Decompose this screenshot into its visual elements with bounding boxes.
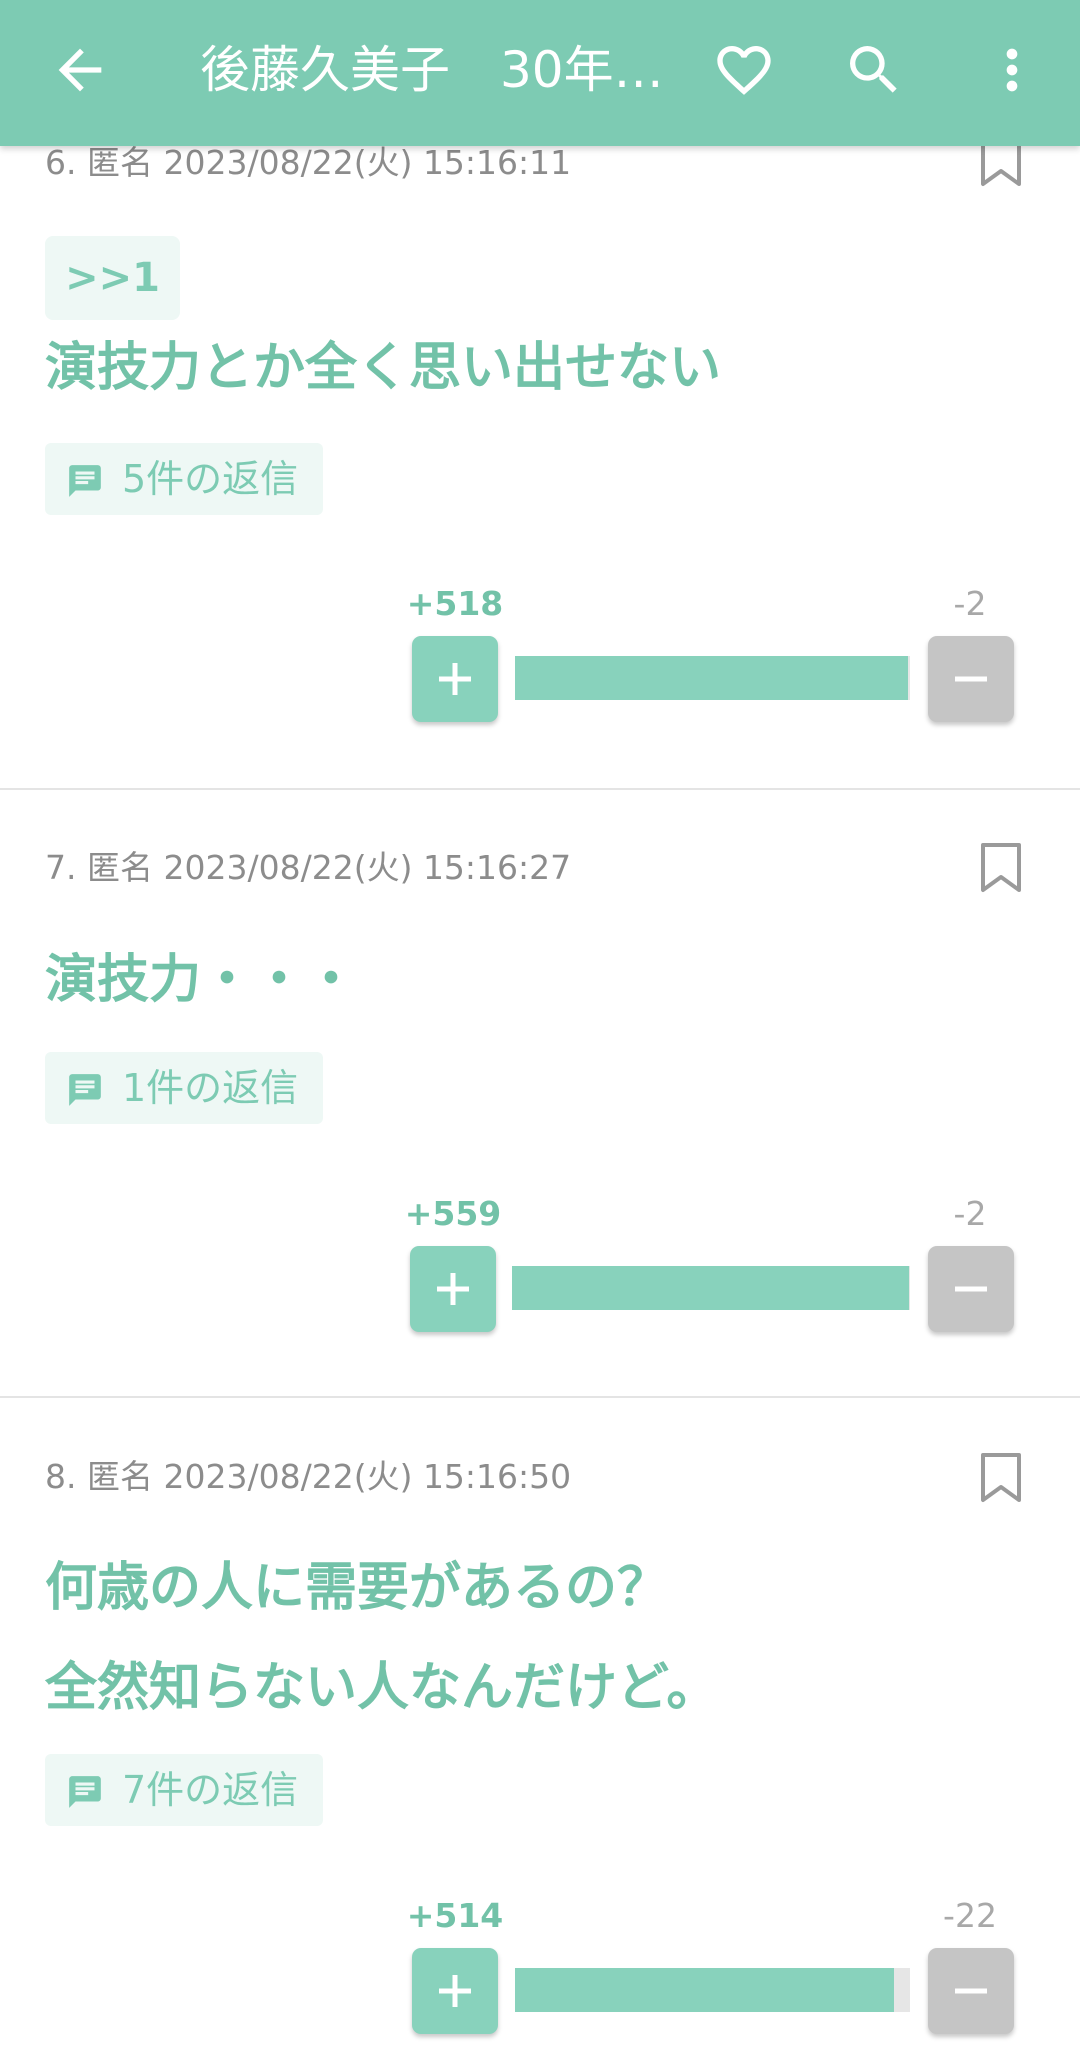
vote-ratio-bar (515, 656, 910, 700)
plus-vote-button[interactable] (412, 1948, 498, 2034)
more-vert-icon[interactable] (980, 38, 1044, 102)
plus-count: +518 (406, 584, 504, 623)
comment-datetime: 2023/08/22(火) 15:16:11 (163, 143, 572, 182)
reply-count-label: 7件の返信 (122, 1768, 299, 1812)
comment-body: 演技力とか全く思い出せない (45, 318, 1035, 418)
comment-datetime: 2023/08/22(火) 15:16:50 (163, 1457, 572, 1496)
comment-body: 演技力・・・ (45, 930, 1035, 1030)
app-bar: 後藤久美子 30年… (0, 0, 1080, 146)
comment-icon (69, 465, 101, 497)
plus-icon (439, 1975, 471, 2007)
minus-icon (955, 1286, 987, 1292)
comment-icon (69, 1776, 101, 1808)
vote-ratio-fill (512, 1266, 909, 1310)
bookmark-icon[interactable] (978, 842, 1024, 894)
heart-outline-icon[interactable] (712, 38, 776, 102)
minus-icon (955, 1988, 987, 1994)
reply-count-button[interactable]: 7件の返信 (45, 1754, 323, 1826)
search-icon[interactable] (842, 38, 906, 102)
plus-icon (439, 663, 471, 695)
comment-line: 何歳の人に需要があるの？ (45, 1558, 670, 1618)
page-title: 後藤久美子 30年… (200, 41, 664, 99)
reply-count-label: 5件の返信 (122, 457, 299, 501)
comment-line: 演技力とか全く思い出せない (45, 338, 722, 398)
comment-author: 匿名 (87, 848, 153, 887)
minus-vote-button[interactable] (928, 1948, 1014, 2034)
vote-ratio-bar (512, 1266, 910, 1310)
arrow-back-icon[interactable] (48, 38, 112, 102)
minus-vote-button[interactable] (928, 636, 1014, 722)
plus-count: +514 (406, 1896, 504, 1935)
plus-vote-button[interactable] (410, 1246, 496, 1332)
comment-line: 演技力・・・ (45, 950, 358, 1010)
comment-item: 7. 匿名 2023/08/22(火) 15:16:27 演技力・・・ 1件の返… (0, 790, 1080, 1398)
minus-count: -22 (943, 1896, 997, 1935)
plus-vote-button[interactable] (412, 636, 498, 722)
plus-count: +559 (404, 1194, 502, 1233)
comment-number: 6. (45, 143, 77, 182)
vote-ratio-bar (515, 1968, 910, 2012)
anchor-link[interactable]: >>1 (45, 236, 180, 320)
minus-icon (955, 676, 987, 682)
comment-body: 何歳の人に需要があるの？ 全然知らない人なんだけど。 (45, 1538, 1035, 1738)
plus-icon (437, 1273, 469, 1305)
bookmark-icon[interactable] (978, 1452, 1024, 1504)
comment-meta: 8. 匿名 2023/08/22(火) 15:16:50 (45, 1450, 571, 1498)
reply-count-button[interactable]: 5件の返信 (45, 443, 323, 515)
reply-count-button[interactable]: 1件の返信 (45, 1052, 323, 1124)
comment-icon (69, 1074, 101, 1106)
vote-ratio-fill (515, 656, 909, 700)
minus-count: -2 (953, 1194, 987, 1233)
vote-ratio-fill (515, 1968, 894, 2012)
comment-number: 8. (45, 1457, 77, 1496)
comment-datetime: 2023/08/22(火) 15:16:27 (163, 848, 572, 887)
reply-count-label: 1件の返信 (122, 1066, 299, 1110)
minus-count: -2 (953, 584, 987, 623)
comment-author: 匿名 (87, 1457, 153, 1496)
comment-meta: 7. 匿名 2023/08/22(火) 15:16:27 (45, 841, 571, 889)
comment-author: 匿名 (87, 143, 153, 182)
comment-number: 7. (45, 848, 77, 887)
comment-item: 8. 匿名 2023/08/22(火) 15:16:50 何歳の人に需要があるの… (0, 1398, 1080, 2067)
minus-vote-button[interactable] (928, 1246, 1014, 1332)
comment-line: 全然知らない人なんだけど。 (45, 1658, 719, 1718)
